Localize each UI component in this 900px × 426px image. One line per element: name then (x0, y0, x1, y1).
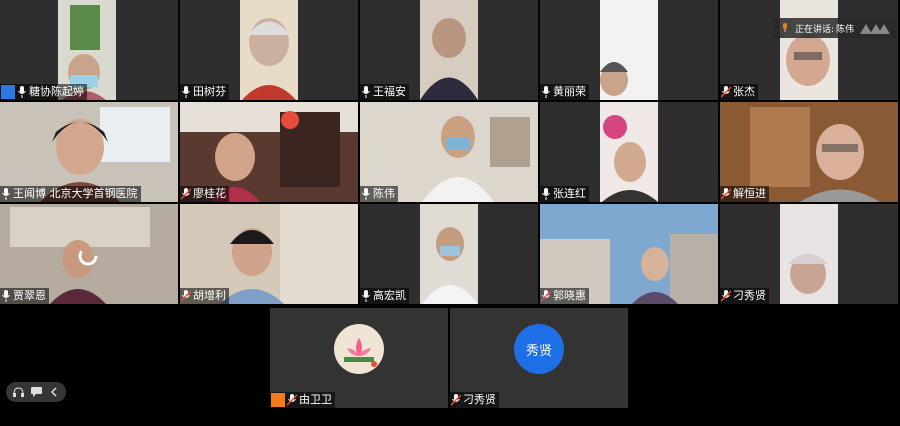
microphone-icon (2, 290, 10, 302)
microphone-icon (182, 86, 190, 98)
video-tile[interactable]: 解恒进 (720, 102, 898, 202)
host-icon (1, 85, 15, 99)
nameplate: 田树芬 (180, 84, 229, 100)
view-controls (6, 382, 66, 402)
nameplate: 刁秀贤 (450, 392, 499, 408)
video-tile[interactable]: 张杰 (720, 0, 898, 100)
host-icon (271, 393, 285, 407)
audio-tile[interactable]: 秀贤 刁秀贤 (450, 308, 628, 408)
microphone-muted-icon (287, 394, 297, 406)
video-tile[interactable]: 贾翠恩 (0, 204, 178, 304)
nameplate: 胡增利 (180, 288, 229, 304)
participant-name: 陈伟 (373, 187, 395, 200)
participant-name: 胡增利 (193, 289, 226, 302)
video-tile[interactable]: 王福安 (360, 0, 538, 100)
microphone-muted-icon (721, 86, 731, 98)
nameplate: 贾翠恩 (0, 288, 49, 304)
participant-name: 贾翠恩 (13, 289, 46, 302)
audio-level-icon (860, 24, 890, 34)
nameplate: 高宏凯 (360, 288, 409, 304)
nameplate: 张连红 (540, 186, 589, 202)
microphone-icon (2, 188, 10, 200)
nameplate: 王福安 (360, 84, 409, 100)
nameplate: 郭晓惠 (540, 288, 589, 304)
nameplate: 黄丽荣 (540, 84, 589, 100)
headset-icon[interactable] (10, 384, 26, 400)
nameplate: 王闻博 北京大学首钢医院 (0, 186, 141, 202)
avatar: 秀贤 (514, 324, 564, 374)
microphone-muted-icon (541, 290, 551, 302)
microphone-muted-icon (181, 290, 191, 302)
microphone-icon (542, 188, 550, 200)
participant-name: 田树芬 (193, 85, 226, 98)
speaker-icon (782, 23, 787, 32)
microphone-icon (542, 86, 550, 98)
speaking-indicator: 正在讲话: 陈伟 (773, 18, 896, 38)
participant-name: 廖桂花 (193, 187, 226, 200)
chevron-left-icon[interactable] (46, 384, 62, 400)
video-tile[interactable]: 刁秀贤 (720, 204, 898, 304)
participant-name: 高宏凯 (373, 289, 406, 302)
speaking-label: 正在讲话: (794, 24, 834, 35)
nameplate: 解恒进 (720, 186, 769, 202)
nameplate: 廖桂花 (180, 186, 229, 202)
participant-name: 郭晓惠 (553, 289, 586, 302)
nameplate: 由卫卫 (270, 392, 335, 408)
audio-tile[interactable]: 由卫卫 (270, 308, 448, 408)
video-grid: 糖协陈起婷 田树芬 王福安 黄丽荣 张杰 王闻博 北京大学首钢医院 廖桂花 陈伟… (0, 0, 900, 306)
video-tile[interactable]: 张连红 (540, 102, 718, 202)
participant-name: 王闻博 北京大学首钢医院 (13, 187, 138, 200)
participant-name: 黄丽荣 (553, 85, 586, 98)
speaking-name: 陈伟 (835, 24, 854, 35)
microphone-muted-icon (451, 394, 461, 406)
participant-name: 糖协陈起婷 (29, 85, 84, 98)
video-tile[interactable]: 郭晓惠 (540, 204, 718, 304)
video-tile[interactable]: 王闻博 北京大学首钢医院 (0, 102, 178, 202)
microphone-muted-icon (721, 188, 731, 200)
microphone-icon (362, 188, 370, 200)
nameplate: 刁秀贤 (720, 288, 769, 304)
video-tile[interactable]: 黄丽荣 (540, 0, 718, 100)
nameplate: 糖协陈起婷 (0, 84, 87, 100)
chat-icon[interactable] (28, 384, 44, 400)
participant-name: 王福安 (373, 85, 406, 98)
participant-name: 刁秀贤 (733, 289, 766, 302)
participant-name: 张连红 (553, 187, 586, 200)
lotus-avatar-icon (334, 324, 384, 374)
microphone-muted-icon (721, 290, 731, 302)
video-tile[interactable]: 糖协陈起婷 (0, 0, 178, 100)
participant-name: 张杰 (733, 85, 755, 98)
video-tile[interactable]: 高宏凯 (360, 204, 538, 304)
video-tile[interactable]: 胡增利 (180, 204, 358, 304)
meeting-window: 糖协陈起婷 田树芬 王福安 黄丽荣 张杰 王闻博 北京大学首钢医院 廖桂花 陈伟… (0, 0, 900, 426)
participant-name: 由卫卫 (299, 393, 332, 406)
video-tile[interactable]: 廖桂花 (180, 102, 358, 202)
video-tile-active-speaker[interactable]: 陈伟 (360, 102, 538, 202)
nameplate: 张杰 (720, 84, 758, 100)
microphone-icon (18, 86, 26, 98)
microphone-icon (362, 290, 370, 302)
nameplate: 陈伟 (360, 186, 398, 202)
video-tile[interactable]: 田树芬 (180, 0, 358, 100)
participant-name: 解恒进 (733, 187, 766, 200)
participant-name: 刁秀贤 (463, 393, 496, 406)
microphone-muted-icon (181, 188, 191, 200)
avatar (334, 324, 384, 374)
microphone-icon (362, 86, 370, 98)
